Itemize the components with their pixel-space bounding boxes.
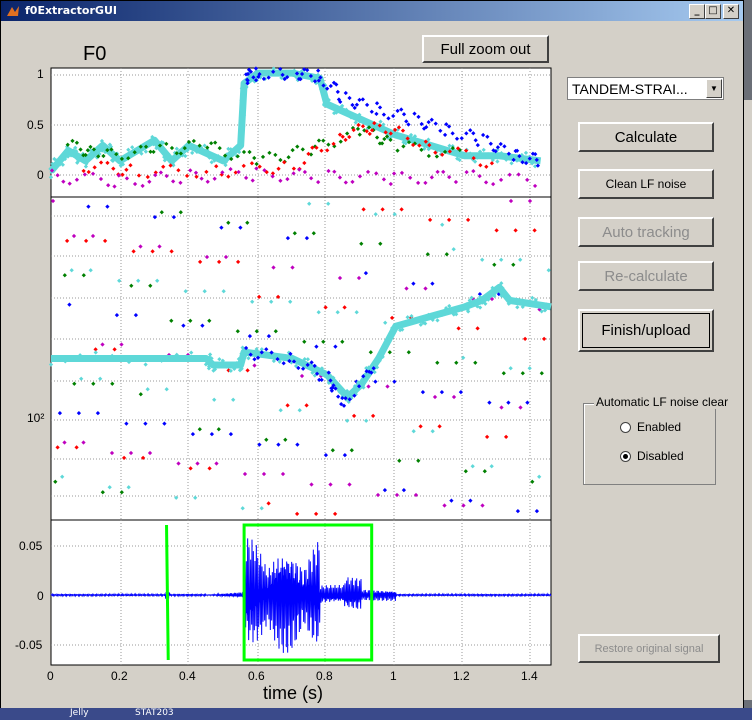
taskbar-item[interactable]: STAT203 <box>135 708 174 718</box>
dropdown-value: TANDEM-STRAI... <box>572 81 688 97</box>
algorithm-dropdown[interactable]: TANDEM-STRAI... ▼ <box>567 77 724 100</box>
calculate-button[interactable]: Calculate <box>578 122 714 152</box>
xtick-label: 0.4 <box>179 669 196 683</box>
finish-upload-button[interactable]: Finish/upload <box>578 309 714 352</box>
background-window <box>744 100 752 700</box>
radio-disabled[interactable]: Disabled <box>620 449 684 463</box>
close-icon[interactable]: ✕ <box>723 4 739 19</box>
radio-label: Disabled <box>637 449 684 463</box>
radio-circle-icon[interactable] <box>620 421 631 433</box>
matlab-icon <box>7 6 19 16</box>
lf-noise-group: Automatic LF noise clear Enabled Disable… <box>583 395 731 485</box>
ytick-label: 0.05 <box>19 539 43 553</box>
f0-axes <box>50 67 552 521</box>
xtick-label: 1.2 <box>453 669 470 683</box>
radio-label: Enabled <box>637 420 682 434</box>
window-title: f0ExtractorGUI <box>25 4 117 17</box>
ytick-label: 1 <box>37 67 44 81</box>
xtick-label: 0.2 <box>111 669 128 683</box>
group-title: Automatic LF noise clear <box>594 395 731 409</box>
radio-selected-icon[interactable] <box>620 450 631 462</box>
full-zoom-out-button[interactable]: Full zoom out <box>422 35 549 63</box>
ytick-label: 0 <box>37 589 44 603</box>
x-axis-label: time (s) <box>263 683 323 703</box>
recalculate-button[interactable]: Re-calculate <box>578 261 714 291</box>
xtick-label: 0.6 <box>248 669 265 683</box>
chevron-down-icon[interactable]: ▼ <box>706 79 722 98</box>
ytick-label: 10² <box>27 411 45 425</box>
xtick-label: 1 <box>390 669 397 683</box>
restore-signal-button[interactable]: Restore original signal <box>578 634 720 663</box>
xtick-label: 1.4 <box>521 669 538 683</box>
taskbar: Jelly STAT203 <box>0 708 752 720</box>
clean-lf-noise-button[interactable]: Clean LF noise <box>578 169 714 199</box>
f0-plot-area[interactable] <box>1 61 561 709</box>
title-bar[interactable]: f0ExtractorGUI _ □ ✕ <box>1 1 743 21</box>
ytick-label: 0.5 <box>27 118 44 132</box>
ytick-label: -0.05 <box>15 638 43 652</box>
taskbar-item[interactable]: Jelly <box>70 708 89 718</box>
envelope-line <box>165 524 170 661</box>
xtick-label: 0.8 <box>316 669 333 683</box>
minimize-icon[interactable]: _ <box>689 4 705 19</box>
ytick-label: 0 <box>37 168 44 182</box>
radio-enabled[interactable]: Enabled <box>620 420 681 434</box>
app-window: f0ExtractorGUI _ □ ✕ F0 Full zoom out 1 … <box>0 0 744 710</box>
xtick-label: 0 <box>47 669 54 683</box>
maximize-icon[interactable]: □ <box>705 4 721 19</box>
auto-tracking-button[interactable]: Auto tracking <box>578 217 714 247</box>
